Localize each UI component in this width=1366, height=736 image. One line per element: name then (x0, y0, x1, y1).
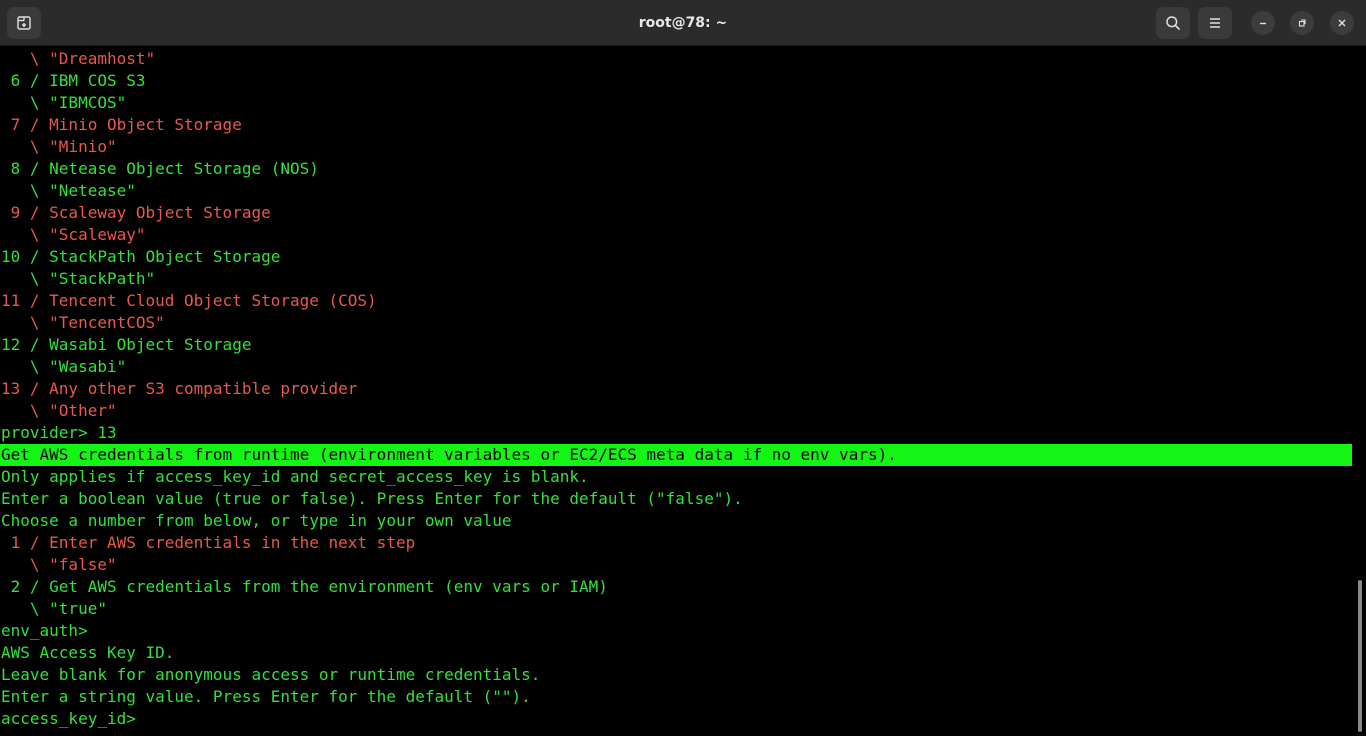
terminal-line: Get AWS credentials from runtime (enviro… (0, 444, 1352, 466)
menu-button[interactable] (1198, 7, 1232, 39)
search-icon (1166, 16, 1180, 30)
new-tab-button[interactable] (7, 7, 41, 39)
terminal-line: \ "Minio" (1, 137, 117, 156)
terminal-line: \ "Scaleway" (1, 225, 146, 244)
terminal-line: 6 / IBM COS S3 (1, 71, 146, 90)
terminal-line: 8 / Netease Object Storage (NOS) (1, 159, 319, 178)
terminal-line: 13 / Any other S3 compatible provider (1, 379, 358, 398)
terminal-line: 2 / Get AWS credentials from the environ… (1, 577, 608, 596)
terminal-line: provider> 13 (1, 423, 117, 442)
terminal-line: AWS Access Key ID. (1, 643, 175, 662)
terminal-line: \ "Wasabi" (1, 357, 127, 376)
terminal-line: 12 / Wasabi Object Storage (1, 335, 252, 354)
terminal-line: Leave blank for anonymous access or runt… (1, 665, 541, 684)
terminal-line: \ "Dreamhost" (1, 49, 156, 68)
terminal-output[interactable]: \ "Dreamhost" 6 / IBM COS S3 \ "IBMCOS" … (0, 48, 1352, 736)
terminal-line: \ "IBMCOS" (1, 93, 127, 112)
terminal-line: 1 / Enter AWS credentials in the next st… (1, 533, 416, 552)
terminal-line: 10 / StackPath Object Storage (1, 247, 281, 266)
minimize-button[interactable] (1251, 11, 1275, 35)
terminal-line: Enter a string value. Press Enter for th… (1, 687, 531, 706)
terminal-line: \ "Netease" (1, 181, 136, 200)
terminal-line: \ "false" (1, 555, 117, 574)
terminal-line: Choose a number from below, or type in y… (1, 511, 512, 530)
hamburger-menu-icon (1210, 18, 1220, 28)
restore-icon (1298, 19, 1306, 27)
terminal-line: \ "TencentCOS" (1, 313, 165, 332)
terminal-line: \ "Other" (1, 401, 117, 420)
search-button[interactable] (1156, 7, 1190, 39)
terminal-line: Only applies if access_key_id and secret… (1, 467, 589, 486)
terminal-line: env_auth> (1, 621, 88, 640)
terminal-line: access_key_id> (1, 709, 136, 728)
terminal-line: 11 / Tencent Cloud Object Storage (COS) (1, 291, 377, 310)
terminal-line: \ "true" (1, 599, 107, 618)
close-icon (1338, 19, 1346, 27)
terminal-line: Enter a boolean value (true or false). P… (1, 489, 743, 508)
minimize-icon (1260, 22, 1266, 25)
new-tab-icon (17, 16, 31, 30)
terminal-line: 7 / Minio Object Storage (1, 115, 242, 134)
restore-button[interactable] (1290, 11, 1314, 35)
title-bar: root@78: ~ (0, 0, 1366, 46)
terminal-window: root@78: ~ \ "Dreamhost" 6 / IBM COS S3 … (0, 0, 1366, 736)
close-button[interactable] (1330, 11, 1354, 35)
terminal-line: \ "StackPath" (1, 269, 156, 288)
terminal-line: 9 / Scaleway Object Storage (1, 203, 271, 222)
scrollbar-thumb[interactable] (1358, 580, 1362, 732)
